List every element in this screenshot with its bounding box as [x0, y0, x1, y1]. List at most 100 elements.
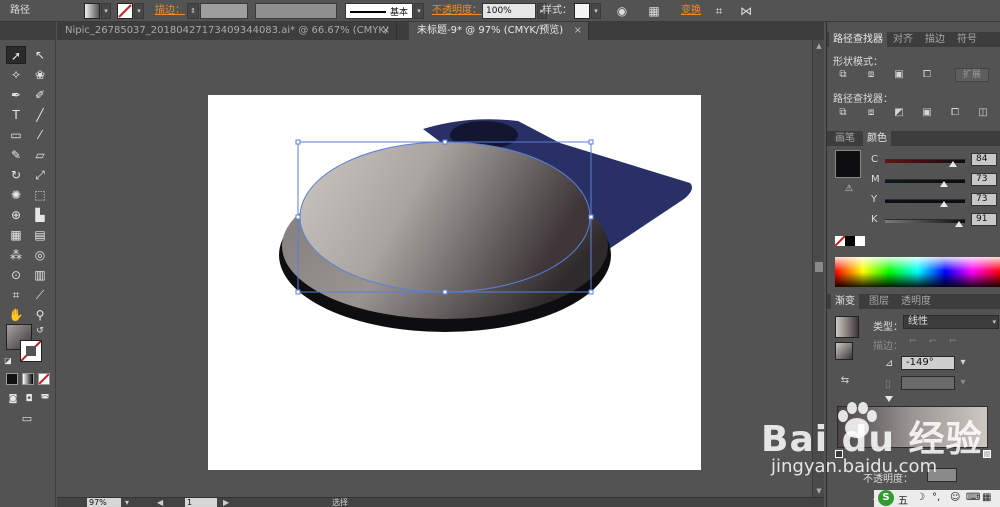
tab-transparency[interactable]: 透明度: [897, 294, 935, 309]
eyedropper-icon[interactable]: ⁂: [6, 246, 26, 264]
pencil-icon[interactable]: ✎: [6, 146, 26, 164]
graph-tool-icon[interactable]: ▥: [30, 266, 50, 284]
black-color-chip[interactable]: [845, 236, 855, 246]
brush-definition[interactable]: 基本: [345, 3, 413, 19]
gradient-tool-icon[interactable]: ▤: [30, 226, 50, 244]
divide-icon[interactable]: ⧉: [835, 106, 851, 120]
chevron-down-icon[interactable]: ▾: [955, 376, 971, 390]
channel-c-thumb[interactable]: [949, 161, 957, 167]
channel-y-slider[interactable]: [885, 199, 965, 203]
stroke-weight-stepper[interactable]: ⇕: [187, 3, 199, 19]
recolor-icon[interactable]: ◉: [614, 3, 630, 19]
punctuation-icon[interactable]: °,: [932, 492, 940, 503]
stroke-weight-link[interactable]: 描边：: [155, 3, 185, 19]
keyboard-icon[interactable]: ⌨: [966, 492, 980, 503]
artwork[interactable]: [208, 95, 701, 470]
chevron-down-icon[interactable]: ▾: [125, 498, 129, 507]
close-icon[interactable]: ×: [382, 22, 390, 40]
lasso-icon[interactable]: ❀: [30, 66, 50, 84]
trim-icon[interactable]: ⧈: [863, 106, 879, 120]
stroke-dropdown[interactable]: ▾: [134, 3, 144, 19]
pen-tool-icon[interactable]: ✒: [6, 86, 26, 104]
scale-tool-icon[interactable]: ⤢: [30, 166, 50, 184]
channel-y-value[interactable]: 73: [971, 193, 997, 206]
expand-button[interactable]: 扩展: [955, 68, 989, 82]
tab-brushes[interactable]: 画笔: [831, 131, 859, 146]
brush-dropdown[interactable]: ▾: [414, 3, 424, 19]
channel-y-thumb[interactable]: [940, 201, 948, 207]
channel-k-slider[interactable]: [885, 219, 965, 223]
ime-mode-label[interactable]: 五: [898, 492, 908, 507]
top-ellipse[interactable]: [300, 142, 590, 292]
style-swatch[interactable]: [574, 3, 590, 19]
emoji-icon[interactable]: ☺: [950, 492, 960, 503]
tab-layers[interactable]: 图层: [865, 294, 893, 309]
reverse-gradient-icon[interactable]: ⇆: [837, 374, 853, 388]
outline-icon[interactable]: ⧠: [947, 106, 963, 120]
color-mode-icon[interactable]: [6, 373, 18, 385]
intersect-icon[interactable]: ▣: [891, 68, 907, 82]
unite-icon[interactable]: ⧉: [835, 68, 851, 82]
channel-m-value[interactable]: 73: [971, 173, 997, 186]
tab-pathfinder[interactable]: 路径查找器: [829, 32, 887, 47]
scroll-up-icon[interactable]: ▲: [813, 40, 825, 52]
channel-k-value[interactable]: 91: [971, 213, 997, 226]
prev-artboard-icon[interactable]: ◀: [157, 498, 163, 507]
tab-symbols[interactable]: 符号: [953, 32, 981, 47]
canvas-area[interactable]: [57, 40, 812, 497]
none-mode-icon[interactable]: [38, 373, 50, 385]
color-spectrum[interactable]: [835, 257, 1000, 287]
close-icon[interactable]: ×: [574, 22, 582, 40]
minus-back-icon[interactable]: ◫: [975, 106, 991, 120]
stroke-weight-field[interactable]: [200, 3, 248, 19]
default-colors-icon[interactable]: ◪: [2, 352, 14, 370]
style-dropdown[interactable]: ▾: [591, 3, 601, 19]
tab-align[interactable]: 对齐: [889, 32, 917, 47]
moon-icon[interactable]: ☽: [916, 492, 925, 503]
fill-color-swatch[interactable]: [835, 150, 861, 178]
white-color-chip[interactable]: [855, 236, 865, 246]
eraser-icon[interactable]: ▱: [30, 146, 50, 164]
fill-dropdown[interactable]: ▾: [101, 3, 111, 19]
crop-icon[interactable]: ▣: [919, 106, 935, 120]
magic-wand-icon[interactable]: ✧: [6, 66, 26, 84]
tools-icon[interactable]: ▦: [982, 492, 991, 503]
gradient-stroke-swatch[interactable]: [835, 342, 853, 360]
perspective-grid-icon[interactable]: ▙: [30, 206, 50, 224]
tab-untitled-9[interactable]: 未标题-9* @ 97% (CMYK/预览) ×: [409, 22, 589, 40]
artboard-number-field[interactable]: 1: [185, 498, 217, 507]
selection-tool-icon[interactable]: ➚: [6, 46, 26, 64]
zoom-field[interactable]: 97%: [87, 498, 121, 507]
line-tool-icon[interactable]: ╱: [30, 106, 50, 124]
sogou-ime-icon[interactable]: S: [878, 490, 894, 506]
artboard-tool-icon[interactable]: ⌗: [6, 286, 26, 304]
swap-fill-stroke-icon[interactable]: ↺: [34, 322, 46, 340]
aspect-ratio-field[interactable]: [901, 376, 955, 390]
symbol-sprayer-icon[interactable]: ⊙: [6, 266, 26, 284]
draw-normal-icon[interactable]: ◙: [6, 390, 20, 408]
channel-k-thumb[interactable]: [955, 221, 963, 227]
tab-stroke[interactable]: 描边: [921, 32, 949, 47]
align-grid-icon[interactable]: ▦: [646, 3, 662, 19]
rectangle-tool-icon[interactable]: ▭: [6, 126, 26, 144]
rotate-tool-icon[interactable]: ↻: [6, 166, 26, 184]
tools-panel-grip[interactable]: [0, 22, 56, 40]
variable-width-field[interactable]: [255, 3, 337, 19]
transform-options-icon[interactable]: ⋈: [738, 3, 754, 19]
chevron-down-icon[interactable]: ▾: [955, 356, 971, 370]
stroke-within-icon[interactable]: ⌐: [905, 335, 921, 349]
draw-behind-icon[interactable]: ◘: [22, 390, 36, 408]
stroke-across-icon[interactable]: ⌐: [945, 335, 961, 349]
tab-gradient[interactable]: 渐变: [831, 294, 859, 309]
none-color-icon[interactable]: [834, 235, 846, 247]
isolate-icon[interactable]: ⌗: [711, 3, 727, 19]
gradient-angle-field[interactable]: -149°: [901, 356, 955, 370]
mesh-tool-icon[interactable]: ▦: [6, 226, 26, 244]
screen-mode-icon[interactable]: ▭: [16, 410, 38, 428]
fill-swatch[interactable]: [84, 3, 100, 19]
opacity-field[interactable]: 100%: [482, 3, 536, 19]
tab-color[interactable]: 颜色: [863, 131, 891, 146]
hand-tool-icon[interactable]: ✋: [6, 306, 26, 324]
shape-builder-icon[interactable]: ⊕: [6, 206, 26, 224]
gradient-mode-icon[interactable]: [22, 373, 34, 385]
